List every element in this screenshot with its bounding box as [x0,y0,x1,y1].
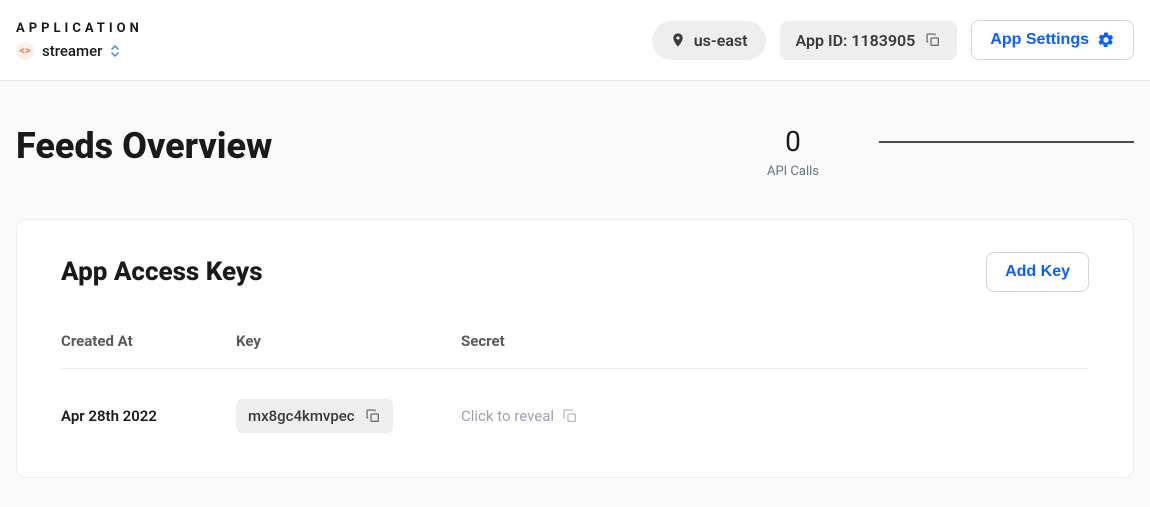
app-selector[interactable]: <> streamer [16,42,143,60]
application-label: APPLICATION [16,21,143,36]
table-header: Created At Key Secret [61,332,1089,369]
copy-icon[interactable] [365,408,381,424]
app-settings-button[interactable]: App Settings [971,20,1134,60]
col-header-key: Key [236,332,461,350]
key-badge[interactable]: mx8gc4kmvpec [236,399,393,433]
card-header: App Access Keys Add Key [61,252,1089,292]
overview-row: Feeds Overview 0 API Calls [16,125,1134,179]
access-keys-card: App Access Keys Add Key Created At Key S… [16,219,1134,478]
header-left: APPLICATION <> streamer [16,21,143,60]
sparkline-chart [879,141,1134,143]
secret-reveal[interactable]: Click to reveal [461,407,578,425]
stats-area: 0 API Calls [767,125,1134,179]
app-name: streamer [42,42,102,60]
add-key-button[interactable]: Add Key [986,252,1089,292]
app-code-icon: <> [16,42,34,60]
keys-table: Created At Key Secret Apr 28th 2022 mx8g… [61,332,1089,433]
gear-icon [1097,31,1115,49]
col-header-secret: Secret [461,332,1089,350]
secret-reveal-label: Click to reveal [461,407,554,425]
api-calls-value: 0 [785,125,801,158]
region-label: us-east [694,31,748,50]
region-chip[interactable]: us-east [652,21,766,60]
chevron-updown-icon [110,45,120,57]
app-settings-label: App Settings [990,31,1089,49]
app-header: APPLICATION <> streamer us-east App ID: … [0,0,1150,81]
copy-icon[interactable] [562,408,578,424]
app-id-chip[interactable]: App ID: 1183905 [780,21,958,60]
cell-created: Apr 28th 2022 [61,407,236,425]
app-id-label: App ID: 1183905 [796,31,916,50]
page-title: Feeds Overview [16,125,272,167]
cell-key: mx8gc4kmvpec [236,399,461,433]
api-calls-label: API Calls [767,164,819,179]
key-value: mx8gc4kmvpec [248,407,355,425]
card-title: App Access Keys [61,257,263,287]
cell-secret: Click to reveal [461,407,1089,425]
api-calls-stat: 0 API Calls [767,125,819,179]
table-row: Apr 28th 2022 mx8gc4kmvpec Click to reve… [61,369,1089,433]
location-pin-icon [670,32,686,48]
col-header-created: Created At [61,332,236,350]
copy-icon[interactable] [925,32,941,48]
header-right: us-east App ID: 1183905 App Settings [652,20,1134,60]
page-content: Feeds Overview 0 API Calls App Access Ke… [0,81,1150,494]
